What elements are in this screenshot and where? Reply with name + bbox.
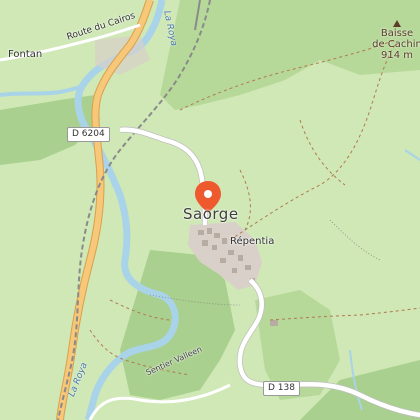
place-label-fontan[interactable]: Fontan bbox=[8, 50, 42, 60]
peak-name-line-2: de Cachin bbox=[372, 39, 420, 50]
place-label-repentia[interactable]: Répentia bbox=[230, 237, 274, 247]
road-shield-d138: D 138 bbox=[263, 381, 300, 396]
peak-name-line-1: Baisse bbox=[380, 28, 414, 39]
peak-elevation: 914 m bbox=[380, 50, 413, 61]
town-label-saorge[interactable]: Saorge bbox=[183, 207, 239, 222]
peak-label-baisse-de-cachin[interactable]: Baisse de Cachin 914 m bbox=[372, 28, 420, 61]
map-canvas[interactable]: Saorge Répentia Fontan Route du Cairos L… bbox=[0, 0, 420, 420]
road-shield-d6204: D 6204 bbox=[67, 127, 110, 142]
